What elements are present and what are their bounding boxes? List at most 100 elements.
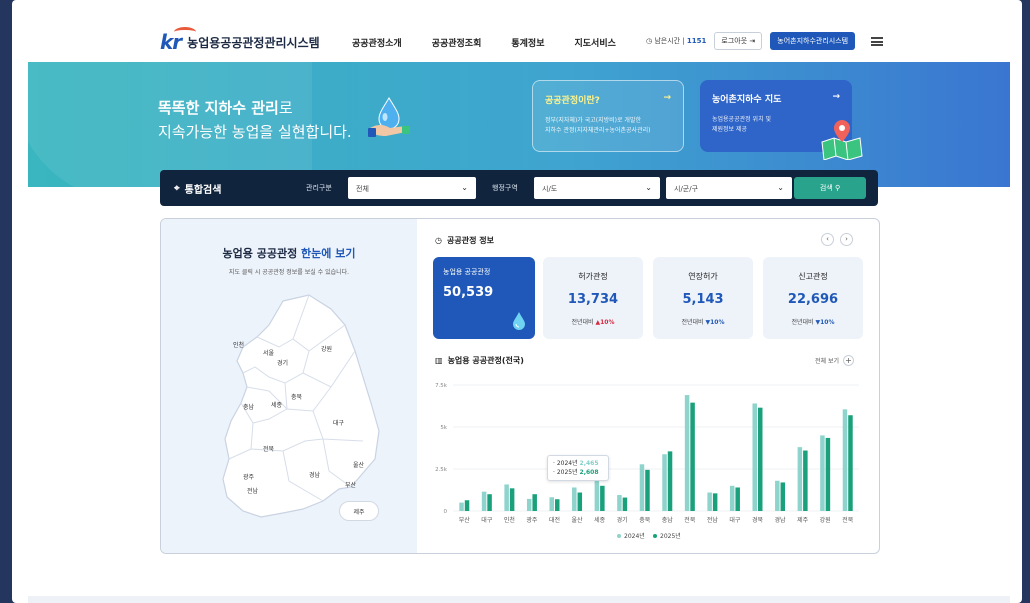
search-icon: ⚲ xyxy=(834,184,841,192)
y-tick-label: 0 xyxy=(444,509,448,515)
bar-2025 xyxy=(532,494,537,511)
x-tick-label: 전남 xyxy=(707,516,719,524)
region-label: 행정구역 xyxy=(492,184,518,192)
region-chungnam[interactable]: 충남 xyxy=(243,403,255,411)
logout-icon: ⇥ xyxy=(749,37,756,45)
location-pin-icon: ⌖ xyxy=(174,183,180,194)
region-gwangju[interactable]: 광주 xyxy=(243,474,255,481)
x-tick-label: 인천 xyxy=(504,516,515,524)
nav-item-intro[interactable]: 공공관정소개 xyxy=(352,36,402,49)
region-incheon[interactable]: 인천 xyxy=(233,341,244,349)
map-title: 농업용 공공관정 한눈에 보기 xyxy=(222,247,356,260)
site-title: 농업용공공관정관리시스템 xyxy=(187,35,320,50)
sido-select[interactable]: 시/도 ⌄ xyxy=(534,177,660,199)
arrow-right-icon: → xyxy=(663,93,671,103)
bar-2025 xyxy=(600,485,605,511)
bar-2025 xyxy=(645,469,650,511)
mgmt-type-select[interactable]: 전체 ⌄ xyxy=(348,177,476,199)
x-tick-label: 부산 xyxy=(459,516,471,524)
dashboard-panel: 농업용 공공관정 한눈에 보기 지도 클릭 시 공공관정 정보를 보실 수 있습… xyxy=(160,218,880,554)
stat-card-extension[interactable]: 연장허가 5,143 전년대비 ▼10% xyxy=(653,257,753,339)
site-logo[interactable]: kr 농업용공공관정관리시스템 xyxy=(160,27,320,54)
chevron-down-icon: ⌄ xyxy=(777,183,784,192)
region-daegu[interactable]: 대구 xyxy=(333,419,345,427)
region-jeonnam[interactable]: 전남 xyxy=(247,487,259,495)
page-frame: kr 농업용공공관정관리시스템 공공관정소개 공공관정조회 통계정보 지도서비스… xyxy=(12,0,1022,603)
y-tick-label: 7.5k xyxy=(435,383,448,389)
region-jeju[interactable]: 제주 xyxy=(339,501,379,521)
bar-2024 xyxy=(662,454,667,511)
chevron-down-icon: ⌄ xyxy=(461,183,468,192)
region-ulsan[interactable]: 울산 xyxy=(353,461,365,469)
bar-2024 xyxy=(481,491,487,511)
logout-button[interactable]: 로그아웃 ⇥ xyxy=(714,32,763,50)
y-tick-label: 5k xyxy=(440,425,447,431)
x-tick-label: 대구 xyxy=(729,516,741,524)
bar-2024 xyxy=(752,403,757,511)
bar-2025 xyxy=(848,415,853,511)
bar-2025 xyxy=(577,492,583,511)
plus-icon: + xyxy=(843,355,854,366)
bar-2024 xyxy=(729,485,735,511)
view-all-button[interactable]: 전체 보기 + xyxy=(815,355,854,366)
nav-item-stats[interactable]: 통계정보 xyxy=(511,36,544,49)
region-busan[interactable]: 부산 xyxy=(345,481,357,489)
session-timer: ◷ 남은시간 | 1151 xyxy=(646,37,707,45)
legend-swatch xyxy=(653,534,657,538)
stat-card-total[interactable]: 농업용 공공관정 50,539 xyxy=(433,257,535,339)
legend-swatch xyxy=(617,534,621,538)
bar-2024 xyxy=(526,498,532,511)
bar-2024 xyxy=(594,479,600,511)
main-nav: 공공관정소개 공공관정조회 통계정보 지도서비스 xyxy=(352,36,616,49)
bar-2025 xyxy=(622,497,628,511)
x-tick-label: 대구 xyxy=(481,516,493,524)
water-drop-hand-icon xyxy=(368,97,410,137)
nav-item-map[interactable]: 지도서비스 xyxy=(575,36,616,49)
hero-title: 똑똑한 지하수 관리로 지속가능한 농업을 실현합니다. xyxy=(158,99,352,141)
footer-strip xyxy=(28,596,1010,603)
bar-2025 xyxy=(487,494,492,511)
well-bar-chart: 0 2.5k 5k 7.5k 부산 대구 인천 광주 대전 울산 세종 경기 충북 충남 전북 전남 대구 경북 경… xyxy=(435,383,859,540)
bar-2024 xyxy=(707,492,712,511)
region-gyeongnam[interactable]: 경남 xyxy=(309,471,321,479)
bar-chart-icon: ▥ xyxy=(435,356,443,365)
bar-2024 xyxy=(775,480,780,511)
site-header: kr 농업용공공관정관리시스템 공공관정소개 공공관정조회 통계정보 지도서비스… xyxy=(12,0,1022,62)
region-gyeonggi[interactable]: 경기 xyxy=(277,359,288,367)
region-gangwon[interactable]: 강원 xyxy=(321,345,332,353)
map-pin-icon xyxy=(821,120,863,160)
x-tick-label: 강원 xyxy=(820,516,831,524)
sigungu-select[interactable]: 시/군/구 ⌄ xyxy=(666,177,792,199)
region-chungbuk[interactable]: 충북 xyxy=(291,393,303,401)
bar-2024 xyxy=(820,435,825,511)
x-tick-label: 충남 xyxy=(662,516,674,524)
bar-2025 xyxy=(758,407,763,511)
bar-2025 xyxy=(803,450,808,511)
y-tick-label: 2.5k xyxy=(435,467,448,473)
card-what-is-public-well[interactable]: 공공관정이란? → 정부(지자체)가 국고(지방비)로 개발한 지하수 관정(지자… xyxy=(532,80,684,152)
map-section: 농업용 공공관정 한눈에 보기 지도 클릭 시 공공관정 정보를 보실 수 있습… xyxy=(161,219,417,553)
x-tick-label: 충북 xyxy=(639,516,651,524)
header-utilities: ◷ 남은시간 | 1151 로그아웃 ⇥ 농어촌지하수관리시스템 xyxy=(646,32,884,50)
chevron-right-icon[interactable]: › xyxy=(840,233,853,246)
chart-tooltip: · 2024년 2,465 · 2025년 2,608 xyxy=(547,455,609,481)
integrated-search-bar: ⌖ 통합검색 관리구분 전체 ⌄ 행정구역 시/도 ⌄ 시/군/구 ⌄ 검색 ⚲ xyxy=(160,170,878,206)
chevron-left-icon[interactable]: ‹ xyxy=(821,233,834,246)
search-title: ⌖ 통합검색 xyxy=(174,183,222,196)
nav-item-search[interactable]: 공공관정조회 xyxy=(432,36,482,49)
groundwater-system-button[interactable]: 농어촌지하수관리시스템 xyxy=(770,32,856,50)
stat-card-report[interactable]: 신고관정 22,696 전년대비 ▼10% xyxy=(763,257,863,339)
bar-2025 xyxy=(780,482,786,511)
stat-pager: ‹ › xyxy=(821,233,853,246)
mgmt-type-label: 관리구분 xyxy=(306,184,332,192)
x-tick-label: 전북 xyxy=(684,516,696,524)
x-tick-label: 경남 xyxy=(775,516,787,524)
region-sejong[interactable]: 세종 xyxy=(271,401,283,409)
well-info-heading: ◷ 공공관정 정보 xyxy=(435,236,494,245)
search-button[interactable]: 검색 ⚲ xyxy=(794,177,866,199)
region-jeonbuk[interactable]: 전북 xyxy=(263,445,275,453)
stat-card-permit[interactable]: 허가관정 13,734 전년대비 ▲10% xyxy=(543,257,643,339)
menu-icon[interactable] xyxy=(871,36,884,46)
region-seoul[interactable]: 서울 xyxy=(263,349,275,357)
clock-icon: ◷ xyxy=(646,37,653,45)
